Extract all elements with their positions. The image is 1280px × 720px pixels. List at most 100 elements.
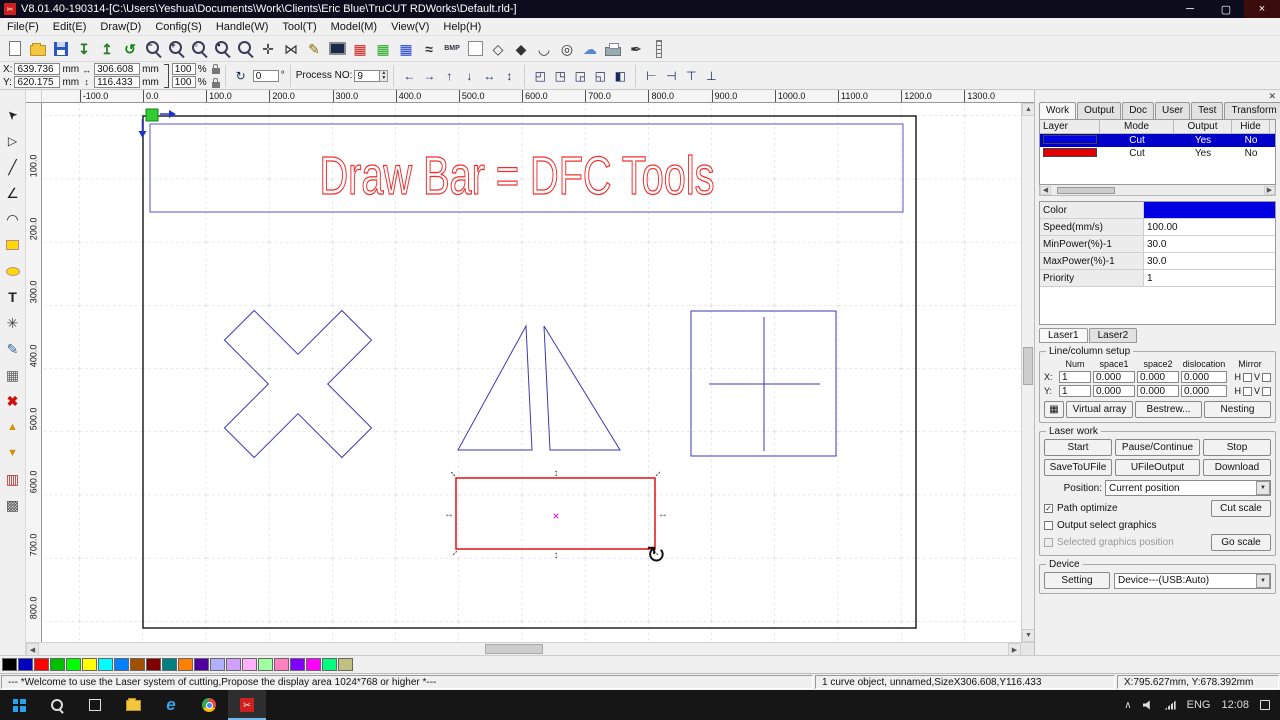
mirror-horizontal-tool[interactable]: ▲ xyxy=(2,416,24,438)
align-vcenter-icon[interactable]: ↕ xyxy=(499,66,519,86)
palette-swatch[interactable] xyxy=(178,658,193,671)
scale-y-input[interactable]: 100 xyxy=(171,76,196,88)
snap-corner-br-icon[interactable]: ◲ xyxy=(570,66,590,86)
layer-column-header[interactable]: Layer xyxy=(1040,120,1100,133)
pen-draw-tool[interactable]: ✎ xyxy=(2,338,24,360)
laser-tab[interactable]: Laser1 xyxy=(1039,328,1088,343)
panel-tab[interactable]: User xyxy=(1154,102,1191,119)
palette-swatch[interactable] xyxy=(162,658,177,671)
node-edit-tool[interactable]: ▷ xyxy=(2,130,24,152)
array-space1-input[interactable]: 0.000 xyxy=(1093,385,1135,397)
layer-row[interactable]: Cut Yes No xyxy=(1040,134,1275,147)
grid-array-tool[interactable]: ▩ xyxy=(2,494,24,516)
vertical-scrollbar[interactable]: ▲ ▼ xyxy=(1021,103,1035,642)
download-button[interactable]: Download xyxy=(1203,459,1271,476)
panel-tab[interactable]: Test xyxy=(1191,102,1224,119)
scale-x-input[interactable]: 100 xyxy=(171,63,196,75)
menu-item[interactable]: Config(S) xyxy=(148,19,208,35)
panel-tab[interactable]: Output xyxy=(1077,102,1122,119)
smooth-curve-icon[interactable]: ≈ xyxy=(418,38,440,60)
palette-swatch[interactable] xyxy=(306,658,321,671)
snap-corner-tl-icon[interactable]: ◰ xyxy=(530,66,550,86)
horizontal-scrollbar[interactable]: ◀ ▶ xyxy=(26,642,1034,656)
align-left-icon[interactable]: ← xyxy=(399,66,419,86)
palette-swatch[interactable] xyxy=(290,658,305,671)
delete-tool[interactable]: ✖ xyxy=(2,390,24,412)
menu-item[interactable]: Help(H) xyxy=(436,19,488,35)
output-grid-icon[interactable]: ▦ xyxy=(349,38,371,60)
chevron-down-icon[interactable]: ▼ xyxy=(1256,481,1270,495)
mirror-v-checkbox[interactable] xyxy=(1262,372,1271,382)
palette-swatch[interactable] xyxy=(82,658,97,671)
bestrew-button[interactable]: Bestrew... xyxy=(1135,401,1202,418)
palette-swatch[interactable] xyxy=(322,658,337,671)
array-preview-icon[interactable]: ▦ xyxy=(1044,401,1064,418)
panel-tab[interactable]: Transform xyxy=(1224,102,1280,119)
snap-half-icon[interactable]: ◧ xyxy=(610,66,630,86)
selected-position-checkbox[interactable] xyxy=(1044,538,1053,547)
array-grid-icon[interactable]: ▦ xyxy=(372,38,394,60)
tray-expand-icon[interactable]: ∧ xyxy=(1124,700,1131,711)
minimize-button[interactable]: ─ xyxy=(1172,0,1208,18)
position-select[interactable]: Current position ▼ xyxy=(1105,480,1271,496)
mode-column-header[interactable]: Mode xyxy=(1100,120,1174,133)
panel-tab[interactable]: Work xyxy=(1039,102,1077,119)
flip-tool[interactable]: ▥ xyxy=(2,468,24,490)
snap-corner-tr-icon[interactable]: ◳ xyxy=(550,66,570,86)
maximize-button[interactable]: ▢ xyxy=(1208,0,1244,18)
menu-item[interactable]: Draw(D) xyxy=(93,19,148,35)
array-space1-input[interactable]: 0.000 xyxy=(1093,371,1135,383)
zoom-extent-icon[interactable]: ▪ xyxy=(211,38,233,60)
node-add-icon[interactable]: ◇ xyxy=(487,38,509,60)
palette-swatch[interactable] xyxy=(258,658,273,671)
panel-close-icon[interactable]: ✕ xyxy=(1268,91,1276,102)
pause-continue-button[interactable]: Pause/Continue xyxy=(1115,439,1200,456)
x-position-input[interactable]: 639.736 xyxy=(14,63,61,75)
print-icon[interactable] xyxy=(602,38,624,60)
language-indicator[interactable]: ENG xyxy=(1187,699,1211,711)
no-color-icon[interactable] xyxy=(464,38,486,60)
import-icon[interactable]: ↧ xyxy=(73,38,95,60)
palette-swatch[interactable] xyxy=(34,658,49,671)
lock-size-icon[interactable] xyxy=(211,77,220,88)
polyline-tool[interactable]: ∠ xyxy=(2,182,24,204)
lock-aspect-icon[interactable] xyxy=(211,63,220,74)
undo-icon[interactable]: ↺ xyxy=(119,38,141,60)
config-grid-icon[interactable]: ▦ xyxy=(395,38,417,60)
height-input[interactable]: 116.433 xyxy=(94,76,141,88)
vertical-scroll-thumb[interactable] xyxy=(1023,346,1033,385)
cut-scale-button[interactable]: Cut scale xyxy=(1211,500,1271,517)
preview-monitor-icon[interactable] xyxy=(326,38,348,60)
chevron-down-icon[interactable]: ▼ xyxy=(1256,573,1270,588)
y-position-input[interactable]: 620.175 xyxy=(14,76,61,88)
star-tool[interactable]: ✳ xyxy=(2,312,24,334)
zoom-in-icon[interactable]: + xyxy=(165,38,187,60)
export-icon[interactable]: ↥ xyxy=(96,38,118,60)
bmp-icon[interactable]: BMP xyxy=(441,38,463,60)
volume-icon[interactable] xyxy=(1142,700,1150,710)
device-select[interactable]: Device---(USB:Auto) ▼ xyxy=(1114,572,1271,589)
measure-icon[interactable] xyxy=(648,38,670,60)
virtual-array-button[interactable]: Virtual array xyxy=(1066,401,1133,418)
laser-tab[interactable]: Laser2 xyxy=(1088,328,1138,343)
network-icon[interactable] xyxy=(1164,700,1176,710)
palette-swatch[interactable] xyxy=(194,658,209,671)
banner-text[interactable]: Draw Bar = DFC Tools xyxy=(319,145,715,206)
palette-swatch[interactable] xyxy=(210,658,225,671)
array-num-input[interactable]: 1 xyxy=(1059,385,1091,397)
output-column-header[interactable]: Output xyxy=(1174,120,1232,133)
align-right-icon[interactable]: → xyxy=(419,66,439,86)
mirror-v-checkbox[interactable] xyxy=(1262,386,1271,396)
clock[interactable]: 12:08 xyxy=(1221,699,1249,711)
array-dislocation-input[interactable]: 0.000 xyxy=(1181,371,1227,383)
width-input[interactable]: 306.608 xyxy=(94,63,141,75)
align-top-icon[interactable]: ↑ xyxy=(439,66,459,86)
palette-swatch[interactable] xyxy=(50,658,65,671)
pen-icon[interactable]: ✎ xyxy=(303,38,325,60)
mirror-vertical-tool[interactable]: ▼ xyxy=(2,442,24,464)
attach-left-icon[interactable]: ⊢ xyxy=(641,66,661,86)
line-tool[interactable]: ╱ xyxy=(2,156,24,178)
align-bottom-icon[interactable]: ↓ xyxy=(459,66,479,86)
palette-swatch[interactable] xyxy=(130,658,145,671)
edge-button[interactable]: e xyxy=(152,690,190,720)
